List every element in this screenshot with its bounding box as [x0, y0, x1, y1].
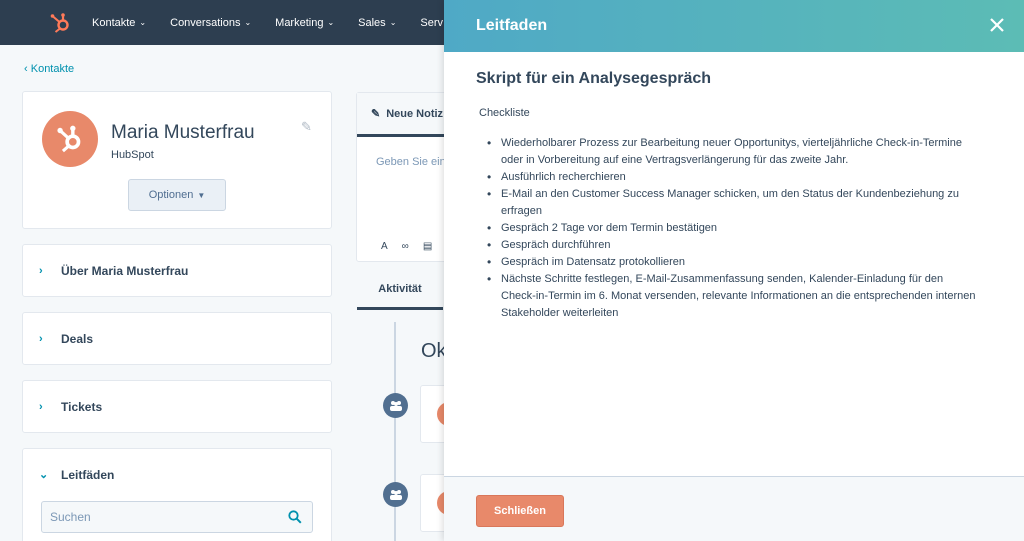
script-title: Skript für ein Analysegespräch [476, 70, 712, 87]
link-icon[interactable]: ∞ [402, 241, 409, 252]
contact-company[interactable]: HubSpot [111, 149, 154, 161]
chevron-left-icon: ‹ [24, 63, 28, 75]
nav-item-label: Kontakte [92, 16, 136, 29]
nav-item-conversations[interactable]: Conversations ⌄ [170, 17, 251, 29]
hubspot-logo-icon[interactable] [48, 11, 72, 35]
edit-note-icon: ✎ [371, 108, 381, 120]
chevron-down-icon: ⌄ [389, 18, 397, 27]
document-icon[interactable]: ▤ [423, 241, 432, 252]
drawer-footer: Schließen [444, 476, 1024, 541]
nav-item-label: Serv [420, 16, 444, 29]
search-placeholder: Suchen [50, 510, 91, 524]
section-label: Tickets [61, 399, 103, 414]
playbook-drawer: Leitfaden Skript für ein Analysegespräch… [444, 0, 1024, 541]
text-format-icon[interactable]: A [381, 241, 388, 252]
list-item: Gespräch durchführen [487, 237, 976, 254]
tab-label: Aktivität [378, 283, 422, 295]
search-icon[interactable] [288, 510, 302, 524]
chevron-right-icon: › [39, 332, 43, 345]
checklist: Wiederholbarer Prozess zur Bearbeitung n… [476, 135, 976, 322]
chevron-right-icon: › [39, 400, 43, 413]
list-item: E-Mail an den Customer Success Manager s… [487, 186, 976, 220]
list-item: Wiederholbarer Prozess zur Bearbeitung n… [487, 135, 976, 169]
note-toolbar: A ∞ ▤ [381, 241, 432, 252]
nav-item-kontakte[interactable]: Kontakte ⌄ [92, 17, 146, 29]
tab-activity[interactable]: Aktivität [357, 275, 443, 310]
hubspot-logo-icon [57, 125, 81, 153]
breadcrumb[interactable]: ‹ Kontakte [24, 63, 74, 75]
close-button-label: Schließen [494, 505, 546, 517]
chevron-down-icon: ⌄ [139, 18, 147, 27]
people-icon [383, 393, 408, 418]
tab-new-note[interactable]: ✎ Neue Notiz [357, 93, 457, 137]
section-label: Über Maria Musterfrau [61, 263, 189, 278]
chevron-down-icon: ⌄ [244, 18, 252, 27]
nav-item-marketing[interactable]: Marketing ⌄ [275, 17, 334, 29]
list-item: Gespräch 2 Tage vor dem Termin bestätige… [487, 220, 976, 237]
pencil-icon[interactable]: ✎ [301, 119, 312, 135]
section-label: Leitfäden [61, 468, 115, 482]
note-editor: ✎ Neue Notiz Geben Sie ein A ∞ ▤ [356, 92, 457, 262]
chevron-down-icon: ⌄ [327, 18, 335, 27]
chevron-right-icon: › [39, 264, 43, 277]
timeline-month-heading: Ok [421, 340, 447, 362]
section-label: Deals [61, 331, 94, 346]
list-item: Gespräch im Datensatz protokollieren [487, 254, 976, 271]
nav-item-sales[interactable]: Sales ⌄ [358, 17, 396, 29]
section-tickets[interactable]: › Tickets [22, 380, 332, 433]
nav-item-label: Conversations [170, 16, 241, 29]
list-item: Nächste Schritte festlegen, E-Mail-Zusam… [487, 271, 976, 322]
close-button[interactable]: Schließen [476, 495, 564, 527]
nav-item-service[interactable]: Serv [420, 17, 443, 29]
search-input[interactable]: Suchen [41, 501, 313, 533]
breadcrumb-label: Kontakte [30, 63, 75, 75]
caret-down-icon: ▼ [197, 190, 206, 200]
people-icon [383, 482, 408, 507]
drawer-header: Leitfaden [444, 0, 1024, 52]
chevron-down-icon: ⌄ [39, 469, 49, 481]
nav-item-label: Sales [358, 16, 386, 29]
nav-item-label: Marketing [275, 16, 324, 29]
close-icon[interactable] [986, 14, 1008, 36]
profile-card: Maria Musterfrau HubSpot ✎ Optionen ▼ [22, 91, 332, 229]
drawer-body: Skript für ein Analysegespräch Checklist… [476, 70, 996, 322]
options-button-label: Optionen [148, 189, 194, 201]
contact-name: Maria Musterfrau [111, 122, 255, 143]
tab-label: Neue Notiz [386, 107, 444, 120]
avatar [42, 111, 98, 167]
note-input[interactable]: Geben Sie ein [376, 156, 446, 168]
timeline-line [394, 322, 396, 541]
section-about[interactable]: › Über Maria Musterfrau [22, 244, 332, 297]
list-item: Ausführlich recherchieren [487, 169, 976, 186]
checklist-label: Checkliste [479, 107, 530, 119]
section-deals[interactable]: › Deals [22, 312, 332, 365]
drawer-title: Leitfaden [476, 17, 548, 34]
options-button[interactable]: Optionen ▼ [128, 179, 226, 211]
